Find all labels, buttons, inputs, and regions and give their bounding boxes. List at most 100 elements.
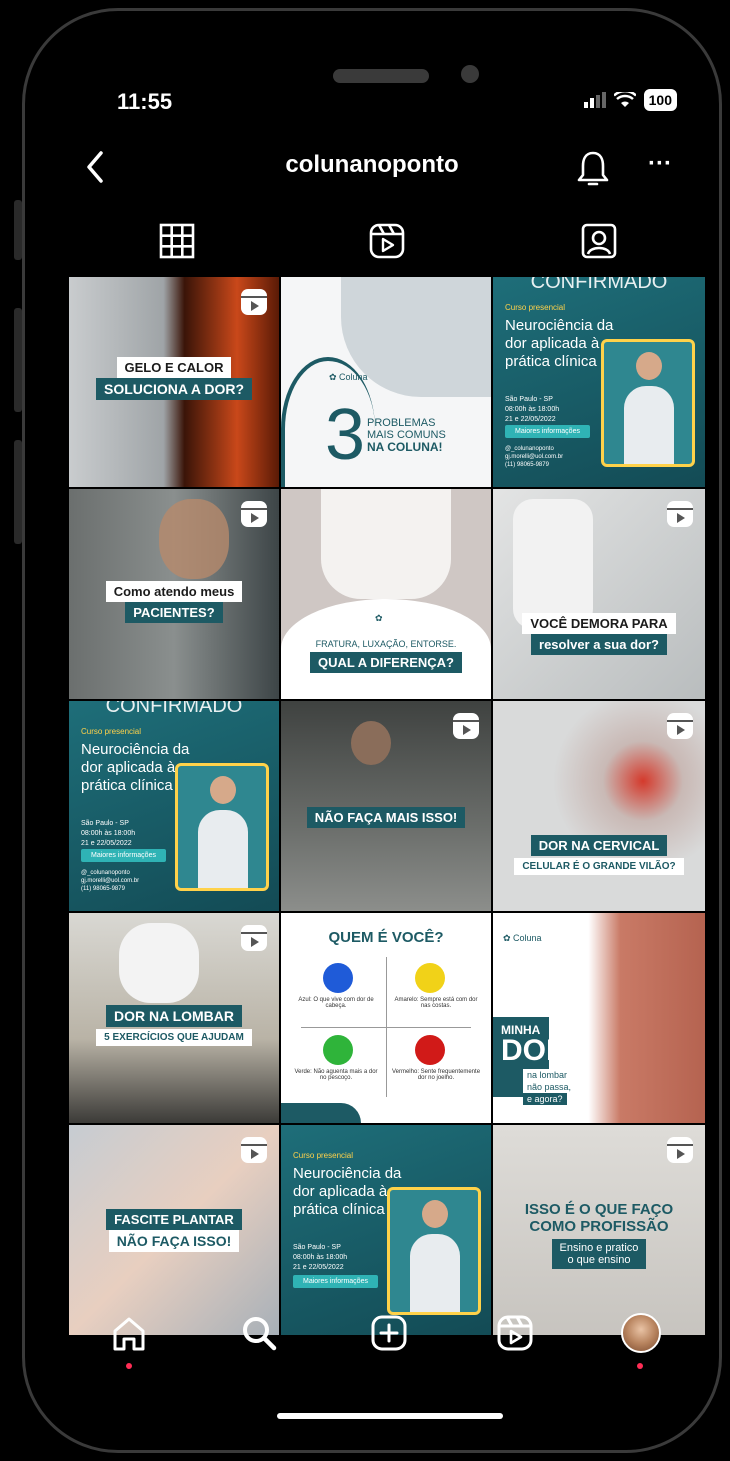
caption-line: DOR NA CERVICAL bbox=[530, 835, 668, 856]
post-title: QUEM É VOCÊ? bbox=[328, 929, 444, 946]
create-icon[interactable] bbox=[367, 1311, 411, 1355]
contact-line: @_colunanoponto bbox=[505, 446, 554, 452]
caption-line: PACIENTES? bbox=[125, 602, 223, 623]
profile-notification-dot bbox=[637, 1363, 643, 1369]
photo-person bbox=[513, 499, 593, 629]
reels-icon bbox=[667, 501, 693, 527]
post-fratura[interactable]: ✿ FRATURA, LUXAÇÃO, ENTORSE. QUAL A DIFE… bbox=[281, 489, 491, 699]
grid-icon[interactable] bbox=[157, 221, 197, 261]
home-notification-dot bbox=[126, 1363, 132, 1369]
post-caption: ISSO É O QUE FAÇO COMO PROFISSÃO Ensino … bbox=[493, 1201, 705, 1269]
course-label: Curso presencial bbox=[293, 1151, 354, 1160]
post-quem-e-voce[interactable]: QUEM É VOCÊ? Azul: O que vive com dor de… bbox=[281, 913, 491, 1123]
reels-icon[interactable] bbox=[493, 1311, 537, 1355]
course-info: São Paulo - SP 08:00h às 18:00h 21 e 22/… bbox=[293, 1243, 347, 1273]
bell-icon[interactable] bbox=[575, 149, 611, 189]
caption-line: Ensino e pratico bbox=[559, 1242, 639, 1254]
course-hours: 08:00h às 18:00h bbox=[81, 830, 136, 837]
brand-logo: ✿ bbox=[375, 613, 383, 623]
caption-line: SOLUCIONA A DOR? bbox=[96, 378, 252, 400]
post-caption: NÃO FAÇA MAIS ISSO! bbox=[281, 807, 491, 828]
home-indicator bbox=[277, 1413, 503, 1419]
caption-line: CELULAR É O GRANDE VILÃO? bbox=[514, 858, 684, 875]
course-contacts: @_colunanoponto gj.morelli@uol.com.br (1… bbox=[505, 445, 563, 469]
blue-circle bbox=[323, 963, 353, 993]
presenter-head bbox=[210, 776, 236, 804]
post-top-text: CONFIRMADO bbox=[105, 701, 243, 717]
caption-line: FRATURA, LUXAÇÃO, ENTORSE. bbox=[315, 639, 457, 649]
course-label: Curso presencial bbox=[81, 727, 142, 736]
post-curso-presencial[interactable]: CONFIRMADO Curso presencial Neurociência… bbox=[493, 277, 705, 487]
tagged-icon[interactable] bbox=[579, 221, 619, 261]
caption-line: resolver a sua dor? bbox=[531, 634, 667, 655]
status-time: 11:55 bbox=[117, 89, 173, 114]
post-top-text: CONFIRMADO bbox=[530, 277, 668, 293]
photo-face bbox=[159, 499, 229, 579]
content-tabs bbox=[25, 221, 719, 261]
post-gelo-e-calor[interactable]: GELO E CALOR SOLUCIONA A DOR? bbox=[69, 277, 279, 487]
status-bar: 11:55 100 bbox=[25, 65, 719, 119]
presenter-head bbox=[422, 1200, 448, 1228]
course-info: São Paulo - SP 08:00h às 18:00h 21 e 22/… bbox=[81, 819, 135, 849]
course-more-info: Maiores informações bbox=[293, 1275, 378, 1288]
caption-line: NÃO FAÇA ISSO! bbox=[108, 1230, 240, 1252]
notch-camera bbox=[461, 65, 479, 83]
post-dor-cervical[interactable]: DOR NA CERVICAL CELULAR É O GRANDE VILÃO… bbox=[493, 701, 705, 911]
caption-line: na lombar bbox=[523, 1069, 572, 1081]
avatar[interactable] bbox=[621, 1313, 661, 1353]
caption-line: ISSO É O QUE FAÇO bbox=[524, 1201, 674, 1218]
presenter-head bbox=[636, 352, 662, 380]
label-vermelho: Vermelho: Sente frequentemente dor no jo… bbox=[391, 1069, 481, 1081]
page-title: colunanoponto bbox=[285, 151, 459, 178]
course-dates: 21 e 22/05/2022 bbox=[505, 416, 556, 423]
contact-line: (11) 98065-9879 bbox=[81, 886, 125, 892]
course-city: São Paulo - SP bbox=[505, 396, 553, 403]
screen: 11:55 100 colunanoponto ··· GELO E CALOR… bbox=[25, 11, 719, 1450]
contact-line: (11) 98065-9879 bbox=[505, 462, 549, 468]
caption-line: 5 EXERCÍCIOS QUE AJUDAM bbox=[96, 1029, 252, 1046]
post-caption: GELO E CALOR SOLUCIONA A DOR? bbox=[69, 357, 279, 400]
course-more-info: Maiores informações bbox=[81, 849, 166, 862]
reels-icon bbox=[241, 501, 267, 527]
post-curso-presencial-2[interactable]: CONFIRMADO Curso presencial Neurociência… bbox=[69, 701, 279, 911]
post-voce-demora[interactable]: VOCÊ DEMORA PARA resolver a sua dor? bbox=[493, 489, 705, 699]
caption-line: NÃO FAÇA MAIS ISSO! bbox=[306, 807, 466, 828]
post-isso-e-o-que-faco[interactable]: ISSO É O QUE FAÇO COMO PROFISSÃO Ensino … bbox=[493, 1125, 705, 1335]
post-caption: VOCÊ DEMORA PARA resolver a sua dor? bbox=[493, 613, 705, 655]
reels-icon bbox=[667, 713, 693, 739]
post-caption: Como atendo meus PACIENTES? bbox=[69, 581, 279, 623]
post-3-problemas[interactable]: ✿ Coluna 3 PROBLEMAS MAIS COMUNS NA COLU… bbox=[281, 277, 491, 487]
notch-speaker bbox=[333, 69, 429, 83]
more-icon[interactable]: ··· bbox=[643, 149, 677, 185]
brand-logo: ✿ Coluna bbox=[503, 933, 542, 943]
posts-grid: GELO E CALOR SOLUCIONA A DOR? ✿ Coluna 3… bbox=[69, 277, 705, 1335]
search-icon[interactable] bbox=[237, 1311, 281, 1355]
signal-icon bbox=[583, 92, 606, 108]
course-city: São Paulo - SP bbox=[81, 820, 129, 827]
caption-line: FASCITE PLANTAR bbox=[106, 1209, 242, 1230]
post-fascite-plantar[interactable]: FASCITE PLANTAR NÃO FAÇA ISSO! bbox=[69, 1125, 279, 1335]
photo-person bbox=[119, 923, 199, 1003]
post-caption: FASCITE PLANTAR NÃO FAÇA ISSO! bbox=[69, 1209, 279, 1252]
phone-frame: 11:55 100 colunanoponto ··· GELO E CALOR… bbox=[22, 8, 722, 1453]
post-curso-presencial-3[interactable]: Curso presencial Neurociência da dor apl… bbox=[281, 1125, 491, 1335]
post-minha-dor[interactable]: ✿ Coluna MINHA DOR na lombar não passa, … bbox=[493, 913, 705, 1123]
photo-head bbox=[351, 721, 391, 765]
caption-line: não passa, bbox=[523, 1081, 576, 1093]
presenter-photo bbox=[175, 763, 269, 891]
reels-icon[interactable] bbox=[367, 221, 407, 261]
caption-line: DOR bbox=[501, 1034, 568, 1067]
presenter-body bbox=[198, 810, 248, 888]
profile-header: colunanoponto ··· bbox=[25, 149, 719, 189]
course-city: São Paulo - SP bbox=[293, 1244, 341, 1251]
reels-icon bbox=[667, 1137, 693, 1163]
post-como-atendo[interactable]: Como atendo meus PACIENTES? bbox=[69, 489, 279, 699]
caption-line: COMO PROFISSÃO bbox=[529, 1218, 669, 1235]
caption-line: GELO E CALOR bbox=[116, 357, 232, 378]
post-dor-lombar[interactable]: DOR NA LOMBAR 5 EXERCÍCIOS QUE AJUDAM bbox=[69, 913, 279, 1123]
home-icon[interactable] bbox=[107, 1311, 151, 1355]
caption-sub: Ensino e pratico o que ensino bbox=[551, 1239, 647, 1269]
post-nao-faca-mais[interactable]: NÃO FAÇA MAIS ISSO! bbox=[281, 701, 491, 911]
volume-down-button bbox=[14, 440, 22, 544]
silent-switch bbox=[14, 200, 22, 260]
